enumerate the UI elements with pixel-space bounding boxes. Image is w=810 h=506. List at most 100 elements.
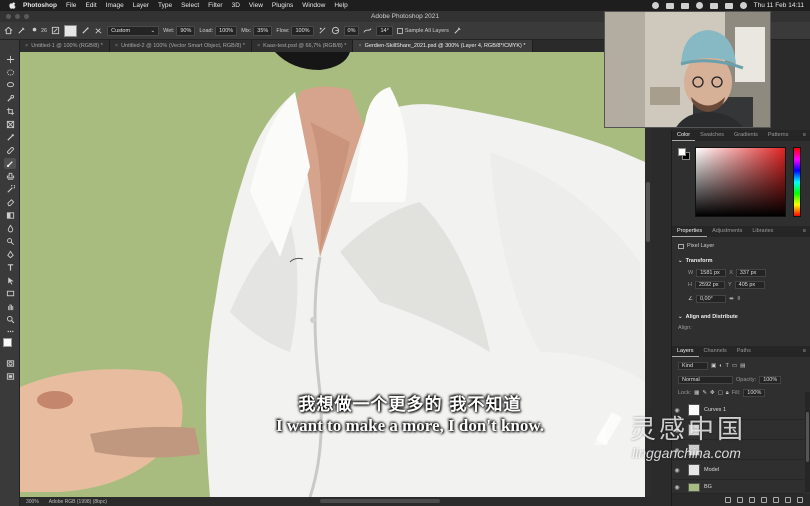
healing-brush-tool[interactable]: [4, 145, 16, 156]
tab-untitled-1[interactable]: × Untitled-1 @ 100% (RGB/8) *: [20, 40, 110, 52]
new-adjustment-icon[interactable]: [761, 497, 767, 503]
smoothing-icon[interactable]: [363, 26, 372, 35]
airbrush-icon[interactable]: [318, 26, 327, 35]
width-field[interactable]: 1581 px: [696, 269, 727, 277]
crop-tool[interactable]: [4, 106, 16, 117]
transform-section[interactable]: ⌄ Transform: [678, 258, 713, 264]
angle-field[interactable]: 0%: [343, 25, 360, 36]
flip-vertical-icon[interactable]: ⇳: [737, 296, 742, 302]
history-brush-tool[interactable]: [4, 184, 16, 195]
scrollbar-thumb[interactable]: [646, 182, 650, 242]
close-tab-icon[interactable]: ×: [358, 43, 361, 49]
tab-patterns[interactable]: Patterns: [763, 130, 793, 141]
menu-image[interactable]: Image: [106, 2, 124, 9]
filter-adjust-icon[interactable]: ◐: [719, 363, 722, 369]
close-tab-icon[interactable]: ×: [115, 43, 118, 49]
menu-layer[interactable]: Layer: [133, 2, 149, 9]
canvas-horizontal-scrollbar[interactable]: [320, 499, 440, 503]
brush-size-picker[interactable]: 26: [30, 26, 47, 35]
current-brush-load-swatch[interactable]: [64, 24, 78, 37]
close-window-button[interactable]: [6, 14, 11, 19]
panel-menu-icon[interactable]: ≡: [798, 346, 810, 357]
filter-shape-icon[interactable]: ▭: [732, 363, 737, 369]
clone-stamp-tool[interactable]: [4, 171, 16, 182]
filter-smart-icon[interactable]: ▤: [740, 363, 745, 369]
color-picker-field[interactable]: [695, 147, 786, 217]
tab-channels[interactable]: Channels: [699, 346, 732, 357]
menu-window[interactable]: Window: [302, 2, 325, 9]
tab-gerdien-skillshare[interactable]: × Gerdien-SkillShare_2021.psd @ 300% (Lay…: [353, 40, 533, 52]
close-tab-icon[interactable]: ×: [25, 43, 28, 49]
pen-tool[interactable]: [4, 249, 16, 260]
home-icon[interactable]: [4, 26, 13, 35]
path-selection-tool[interactable]: [4, 275, 16, 286]
marquee-tool[interactable]: [4, 67, 16, 78]
mix-control[interactable]: Mix: 35%: [241, 25, 273, 36]
blur-tool[interactable]: [4, 223, 16, 234]
sample-all-layers-checkbox[interactable]: [396, 27, 403, 34]
menu-filter[interactable]: Filter: [208, 2, 222, 9]
delete-layer-icon[interactable]: [797, 497, 803, 503]
new-layer-icon[interactable]: [785, 497, 791, 503]
hue-slider[interactable]: [793, 147, 801, 217]
lock-artboard-icon[interactable]: ▢: [718, 390, 723, 396]
visibility-eye-icon[interactable]: ◉: [672, 467, 682, 474]
menu-type[interactable]: Type: [158, 2, 172, 9]
status-cloud-icon[interactable]: [665, 2, 674, 9]
lock-position-icon[interactable]: ✥: [710, 390, 715, 396]
minimize-window-button[interactable]: [15, 14, 20, 19]
tab-untitled-2[interactable]: × Untitled-2 @ 100% (Vector Smart Object,…: [109, 40, 252, 52]
quick-selection-tool[interactable]: [4, 93, 16, 104]
menu-help[interactable]: Help: [334, 2, 347, 9]
menu-app-name[interactable]: Photoshop: [23, 2, 57, 9]
status-sync-icon[interactable]: [695, 2, 703, 9]
type-tool[interactable]: [4, 262, 16, 273]
menu-3d[interactable]: 3D: [232, 2, 240, 9]
mix-field[interactable]: 35%: [253, 25, 273, 36]
panel-fg-bg-swatches[interactable]: [678, 148, 690, 160]
opacity-field[interactable]: 100%: [759, 376, 782, 384]
clean-brush-icon[interactable]: [94, 26, 103, 35]
screen-mode-button[interactable]: [4, 371, 16, 382]
load-field[interactable]: 100%: [215, 25, 238, 36]
load-control[interactable]: Load: 100%: [199, 25, 238, 36]
menu-view[interactable]: View: [249, 2, 263, 9]
tab-properties[interactable]: Properties: [672, 226, 708, 237]
foreground-swatch[interactable]: [678, 148, 686, 156]
lasso-tool[interactable]: [4, 80, 16, 91]
lock-transparent-icon[interactable]: ▦: [694, 390, 699, 396]
dodge-tool[interactable]: [4, 236, 16, 247]
flow-control[interactable]: Flow: 100%: [276, 25, 314, 36]
status-record-icon[interactable]: [651, 2, 659, 9]
tab-kaas-test[interactable]: × Kaas-test.psd @ 66,7% (RGB/8) *: [251, 40, 354, 52]
status-battery-icon[interactable]: [709, 2, 718, 9]
link-layers-icon[interactable]: [725, 497, 731, 503]
document-profile[interactable]: Adobe RGB (1998) (8bpc): [49, 499, 107, 505]
smoothing-field[interactable]: 14°: [376, 25, 393, 36]
foreground-color-swatch[interactable]: [3, 338, 12, 347]
load-brush-icon[interactable]: [81, 26, 90, 35]
status-wifi-icon[interactable]: [724, 2, 733, 9]
blend-preset-select[interactable]: Custom ⌄: [107, 25, 160, 36]
quick-mask-button[interactable]: [4, 358, 16, 369]
apple-icon[interactable]: [8, 1, 17, 10]
layer-style-icon[interactable]: [737, 497, 743, 503]
flow-field[interactable]: 100%: [291, 25, 314, 36]
pressure-icon[interactable]: [453, 26, 462, 35]
zoom-level[interactable]: 300%: [26, 499, 39, 505]
menubar-clock[interactable]: Thu 11 Feb 14:11: [754, 2, 804, 9]
tab-paths[interactable]: Paths: [732, 346, 756, 357]
align-section[interactable]: ⌄ Align and Distribute: [678, 314, 738, 320]
tab-libraries[interactable]: Libraries: [747, 226, 778, 237]
tab-color[interactable]: Color: [672, 130, 696, 141]
zoom-tool[interactable]: [4, 314, 16, 325]
add-mask-icon[interactable]: [749, 497, 755, 503]
fill-field[interactable]: 100%: [743, 389, 766, 397]
flip-horizontal-icon[interactable]: ⇹: [729, 296, 734, 302]
mixer-brush-preset-icon[interactable]: [17, 26, 26, 35]
filter-type-icon[interactable]: T: [726, 363, 729, 369]
layers-scrollbar[interactable]: [805, 392, 810, 492]
layer-kind-filter[interactable]: Kind: [678, 362, 708, 370]
blend-mode-select[interactable]: Normal: [678, 376, 733, 384]
angle-icon[interactable]: [331, 26, 340, 35]
